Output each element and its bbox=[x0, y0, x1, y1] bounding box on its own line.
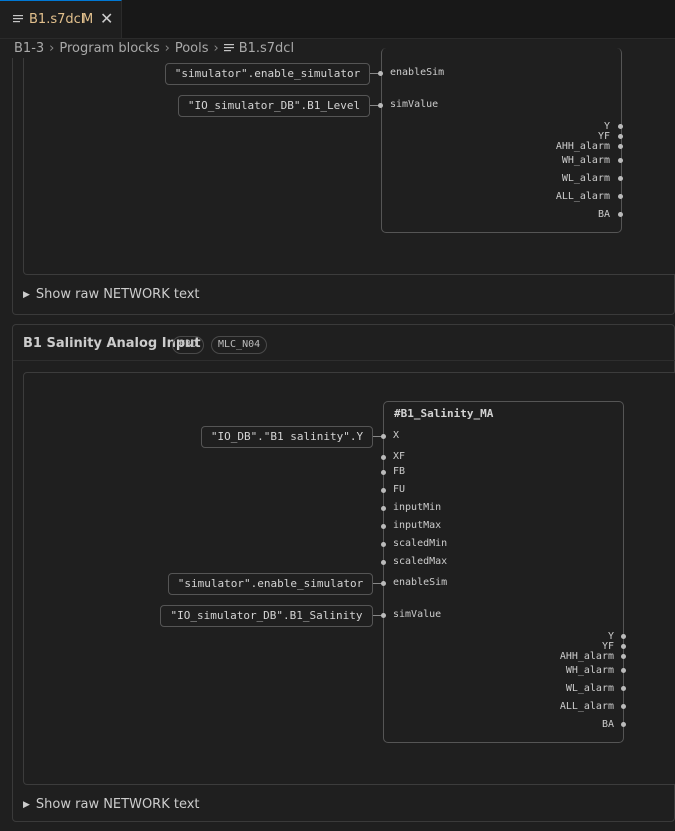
pin-out-ahh-alarm: AHH_alarm bbox=[555, 141, 610, 152]
tab-bar: B1.s7dcl M ✕ bbox=[0, 0, 675, 39]
pin-dot bbox=[621, 644, 626, 649]
pin-out-all-alarm: ALL_alarm bbox=[559, 701, 614, 712]
divider bbox=[13, 360, 675, 361]
pin-out-wh-alarm: WH_alarm bbox=[561, 155, 610, 166]
breadcrumb: B1-3 › Program blocks › Pools › B1.s7dcl bbox=[14, 41, 294, 59]
close-icon[interactable]: ✕ bbox=[100, 9, 113, 28]
modified-indicator: M bbox=[82, 12, 94, 27]
file-lines-icon bbox=[223, 44, 234, 52]
pin-input-max: inputMax bbox=[393, 520, 442, 531]
pin-scaled-min: scaledMin bbox=[393, 538, 448, 549]
pin-dot bbox=[381, 524, 386, 529]
pin-dot bbox=[621, 704, 626, 709]
operand-sim-value-2[interactable]: "IO_simulator_DB".B1_Salinity bbox=[160, 605, 373, 627]
tab-label: B1.s7dcl bbox=[29, 12, 85, 27]
network-panel-1: "simulator".enable_simulator enableSim "… bbox=[12, 48, 675, 315]
pin-fb: FB bbox=[393, 466, 406, 477]
badge-mlc-n04: MLC_N04 bbox=[211, 336, 268, 354]
pin-enable-sim-2: enableSim bbox=[393, 577, 448, 588]
chevron-right-icon: › bbox=[213, 41, 219, 56]
pin-dot bbox=[381, 542, 386, 547]
pin-input-min: inputMin bbox=[393, 502, 442, 513]
pin-dot bbox=[621, 686, 626, 691]
breadcrumb-item-b1-3[interactable]: B1-3 bbox=[14, 41, 44, 56]
breadcrumb-item-pools[interactable]: Pools bbox=[175, 41, 209, 56]
pin-dot bbox=[381, 470, 386, 475]
pin-out-ba: BA bbox=[601, 719, 614, 730]
pin-dot bbox=[621, 634, 626, 639]
pin-out-ba: BA bbox=[597, 209, 610, 220]
operand-x[interactable]: "IO_DB"."B1 salinity".Y bbox=[201, 426, 373, 448]
breadcrumb-item-program-blocks[interactable]: Program blocks bbox=[59, 41, 159, 56]
pin-dot bbox=[618, 124, 623, 129]
pin-dot bbox=[381, 434, 386, 439]
chevron-right-icon: › bbox=[164, 41, 170, 56]
pin-dot bbox=[378, 71, 383, 76]
pin-dot bbox=[621, 722, 626, 727]
operand-sim-value-1[interactable]: "IO_simulator_DB".B1_Level bbox=[178, 95, 370, 117]
pin-out-ahh-alarm: AHH_alarm bbox=[559, 651, 614, 662]
show-raw-network-text-2[interactable]: ▶ Show raw NETWORK text bbox=[23, 797, 200, 812]
pin-out-wl-alarm: WL_alarm bbox=[565, 683, 614, 694]
pin-dot bbox=[381, 506, 386, 511]
pin-out-wh-alarm: WH_alarm bbox=[565, 665, 614, 676]
pin-enable-sim-1: enableSim bbox=[390, 67, 445, 78]
file-lines-icon bbox=[13, 15, 23, 23]
badge-fbd: FBD bbox=[172, 336, 205, 354]
pin-dot bbox=[381, 455, 386, 460]
triangle-right-icon: ▶ bbox=[23, 290, 30, 300]
pin-dot bbox=[381, 488, 386, 493]
pin-dot bbox=[381, 560, 386, 565]
pin-fu: FU bbox=[393, 484, 406, 495]
pin-dot bbox=[621, 668, 626, 673]
show-raw-network-text-1[interactable]: ▶ Show raw NETWORK text bbox=[23, 287, 200, 302]
pin-dot bbox=[618, 212, 623, 217]
operand-enable-sim-2[interactable]: "simulator".enable_simulator bbox=[168, 573, 373, 595]
pin-out-all-alarm: ALL_alarm bbox=[555, 191, 610, 202]
pin-dot bbox=[381, 613, 386, 618]
tab-b1-s7dcl[interactable]: B1.s7dcl M ✕ bbox=[0, 0, 122, 38]
pin-sim-value-2: simValue bbox=[393, 609, 442, 620]
pin-dot bbox=[378, 103, 383, 108]
operand-enable-sim-1[interactable]: "simulator".enable_simulator bbox=[165, 63, 370, 85]
breadcrumb-item-file[interactable]: B1.s7dcl bbox=[239, 41, 294, 56]
pin-sim-value-1: simValue bbox=[390, 99, 439, 110]
pin-dot bbox=[618, 144, 623, 149]
pin-dot bbox=[381, 581, 386, 586]
fbd-canvas-2: #B1_Salinity_MA "IO_DB"."B1 salinity".Y … bbox=[23, 372, 675, 785]
fbd-canvas-1: "simulator".enable_simulator enableSim "… bbox=[23, 48, 675, 275]
block-instance-name: #B1_Salinity_MA bbox=[394, 407, 494, 420]
triangle-right-icon: ▶ bbox=[23, 800, 30, 810]
show-raw-label: Show raw NETWORK text bbox=[35, 797, 200, 812]
show-raw-label: Show raw NETWORK text bbox=[35, 287, 200, 302]
pin-dot bbox=[618, 176, 623, 181]
pin-dot bbox=[618, 158, 623, 163]
pin-xf: XF bbox=[393, 451, 406, 462]
pin-dot bbox=[621, 654, 626, 659]
pin-x: X bbox=[393, 430, 400, 441]
pin-dot bbox=[618, 194, 623, 199]
pin-out-wl-alarm: WL_alarm bbox=[561, 173, 610, 184]
pin-dot bbox=[618, 134, 623, 139]
chevron-right-icon: › bbox=[49, 41, 55, 56]
pin-scaled-max: scaledMax bbox=[393, 556, 448, 567]
network-panel-2: B1 Salinity Analog Input FBD MLC_N04 #B1… bbox=[12, 324, 675, 822]
